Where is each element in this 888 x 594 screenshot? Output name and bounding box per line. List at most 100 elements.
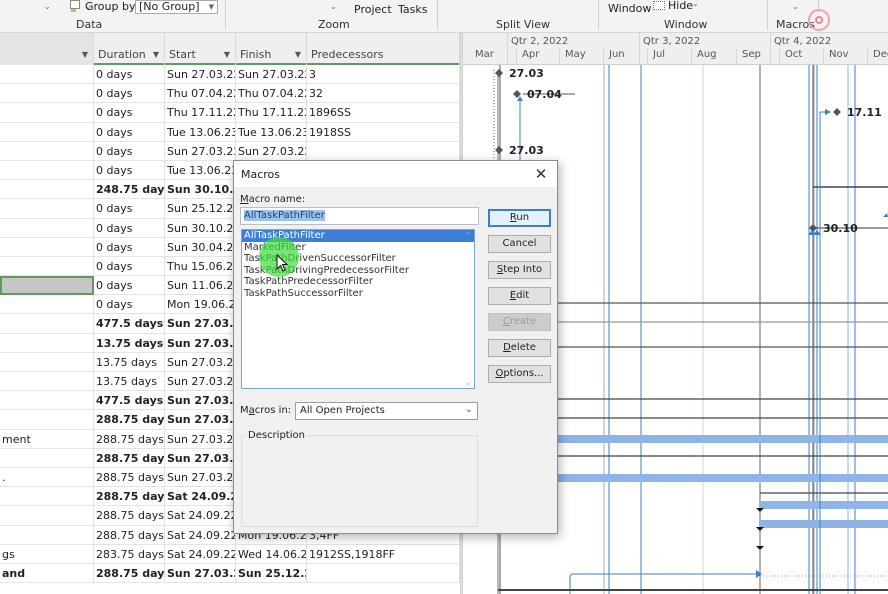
task-name-cell[interactable]	[0, 448, 94, 468]
column-header-predecessors[interactable]: Predecessors	[307, 33, 460, 65]
duration-cell[interactable]: 13.75 days	[94, 372, 165, 391]
duration-cell[interactable]: 0 days	[94, 295, 165, 315]
task-name-cell[interactable]	[0, 65, 94, 84]
duration-cell[interactable]: 0 days	[94, 103, 165, 123]
task-name-cell[interactable]	[0, 218, 94, 238]
chevron-down-icon[interactable]: ⌄	[792, 2, 799, 11]
zoom-tasks-button[interactable]: Tasks	[398, 3, 427, 16]
task-name-cell[interactable]	[0, 103, 94, 123]
finish-cell[interactable]: Sun 25.12.22	[236, 563, 307, 583]
duration-cell[interactable]: 288.75 days	[94, 448, 165, 468]
start-cell[interactable]: Sun 27.03.22	[165, 410, 236, 430]
start-cell[interactable]: Thu 07.04.22	[165, 84, 236, 104]
predecessors-cell[interactable]	[307, 563, 460, 583]
duration-cell[interactable]: 288.75 days	[94, 410, 165, 430]
predecessors-cell[interactable]: 32	[307, 84, 460, 104]
task-name-cell[interactable]	[0, 352, 94, 372]
table-row[interactable]: gs 283.75 days Sat 24.09.22 Wed 14.06.2 1912…	[0, 544, 460, 564]
predecessors-cell[interactable]	[307, 141, 460, 161]
column-filter-icon[interactable]: ▼	[295, 50, 301, 59]
start-cell[interactable]: Sat 24.09.22	[165, 525, 236, 545]
start-cell[interactable]: Sun 30.04.23	[165, 237, 236, 257]
start-cell[interactable]: Sun 27.03.22	[165, 391, 236, 411]
table-row[interactable]: and288.75 daysSun 27.03.22Sun 25.12.22	[0, 563, 460, 584]
group-by-dropdown[interactable]: [No Group] ▼	[135, 0, 218, 14]
start-cell[interactable]: Sun 27.03.22	[165, 352, 236, 372]
predecessors-cell[interactable]: 1912SS,1918FF	[307, 544, 460, 564]
duration-cell[interactable]: 0 days	[94, 160, 165, 180]
start-cell[interactable]: Sun 27.03.22	[165, 372, 236, 391]
start-cell[interactable]: Tue 13.06.23	[165, 122, 236, 142]
table-row[interactable]: 0 days Sun 27.03.22 Sun 27.03.22	[0, 141, 460, 161]
duration-cell[interactable]: 13.75 days	[94, 333, 165, 353]
dialog-titlebar[interactable]	[234, 161, 557, 187]
task-name-cell[interactable]	[0, 525, 94, 545]
duration-cell[interactable]: 288.75 days	[94, 563, 165, 583]
duration-cell[interactable]: 288.75 days	[94, 429, 165, 449]
duration-cell[interactable]: 0 days	[94, 84, 165, 104]
start-cell[interactable]: Sun 30.10.22	[165, 218, 236, 238]
duration-cell[interactable]: 477.5 days	[94, 391, 165, 411]
duration-cell[interactable]: 0 days	[94, 256, 165, 276]
start-cell[interactable]: Sun 30.10.22	[165, 180, 236, 200]
duration-cell[interactable]: 13.75 days	[94, 352, 165, 372]
column-header-duration[interactable]: Duration ▼	[94, 33, 165, 65]
task-name-cell[interactable]	[0, 276, 94, 296]
table-row[interactable]: 0 days Thu 07.04.22 Thu 07.04.22 32	[0, 84, 460, 104]
task-name-cell[interactable]	[0, 180, 94, 200]
scroll-down-icon[interactable]: ⌄	[465, 378, 472, 387]
macro-list-item[interactable]: TaskPathSuccessorFilter	[242, 288, 474, 300]
duration-cell[interactable]: 0 days	[94, 276, 165, 296]
task-name-cell[interactable]	[0, 487, 94, 507]
finish-cell[interactable]: Thu 17.11.22	[236, 103, 307, 123]
duration-cell[interactable]: 283.75 days	[94, 544, 165, 564]
start-cell[interactable]: Thu 17.11.22	[165, 103, 236, 123]
start-cell[interactable]: Sat 24.09.22	[165, 487, 236, 507]
duration-cell[interactable]: 0 days	[94, 65, 165, 84]
delete-button[interactable]: Delete	[488, 339, 551, 357]
chevron-down-icon[interactable]: ⌄	[692, 0, 699, 8]
task-name-cell[interactable]	[0, 160, 94, 180]
zoom-project-button[interactable]: Project	[354, 3, 392, 16]
task-name-cell[interactable]	[0, 141, 94, 161]
duration-cell[interactable]: 288.75 days	[94, 506, 165, 526]
cancel-button[interactable]: Cancel	[488, 235, 551, 253]
task-name-cell[interactable]	[0, 314, 94, 334]
start-cell[interactable]: Sun 27.03.22	[165, 467, 236, 487]
finish-cell[interactable]: Sun 27.03.22	[236, 141, 307, 161]
table-row[interactable]: 0 days Sun 27.03.22 Sun 27.03.22 3	[0, 65, 460, 85]
task-name-cell[interactable]: gs	[0, 544, 94, 564]
task-name-cell[interactable]	[0, 506, 94, 526]
task-name-cell[interactable]	[0, 199, 94, 219]
column-filter-icon[interactable]: ▼	[224, 50, 230, 59]
start-cell[interactable]: Sun 27.03.22	[165, 563, 236, 583]
column-header-finish[interactable]: Finish ▼	[236, 33, 307, 65]
start-cell[interactable]: Sun 27.03.22	[165, 429, 236, 449]
table-row[interactable]: 0 days Tue 13.06.23 Tue 13.06.23 1918SS	[0, 122, 460, 142]
task-name-cell[interactable]	[0, 84, 94, 104]
duration-cell[interactable]: 0 days	[94, 237, 165, 257]
start-cell[interactable]: Sun 25.12.22	[165, 199, 236, 219]
task-name-cell[interactable]	[0, 410, 94, 430]
task-name-cell[interactable]	[0, 333, 94, 353]
finish-cell[interactable]: Tue 13.06.23	[236, 122, 307, 142]
start-cell[interactable]: Sun 27.03.22	[165, 65, 236, 84]
macro-list-item[interactable]: TaskPathPredecessorFilter	[242, 276, 474, 288]
finish-cell[interactable]: Sun 27.03.22	[236, 65, 307, 84]
task-name-cell[interactable]: and	[0, 563, 94, 583]
close-icon[interactable]: ✕	[531, 164, 551, 184]
finish-cell[interactable]: Thu 07.04.22	[236, 84, 307, 104]
scroll-up-icon[interactable]: ⌃	[465, 231, 472, 240]
duration-cell[interactable]: 248.75 days	[94, 180, 165, 200]
duration-cell[interactable]: 477.5 days	[94, 314, 165, 334]
column-filter-icon[interactable]: ▼	[82, 50, 88, 59]
start-cell[interactable]: Sat 24.09.22	[165, 506, 236, 526]
duration-cell[interactable]: 0 days	[94, 141, 165, 161]
chevron-down-icon[interactable]: ⌄	[330, 2, 337, 11]
duration-cell[interactable]: 288.75 days	[94, 525, 165, 545]
start-cell[interactable]: Sat 24.09.22	[165, 544, 236, 564]
step-into-button[interactable]: Step Into	[488, 261, 551, 279]
start-cell[interactable]: Tue 13.06.23	[165, 160, 236, 180]
task-name-cell[interactable]	[0, 256, 94, 276]
task-name-cell[interactable]	[0, 372, 94, 391]
